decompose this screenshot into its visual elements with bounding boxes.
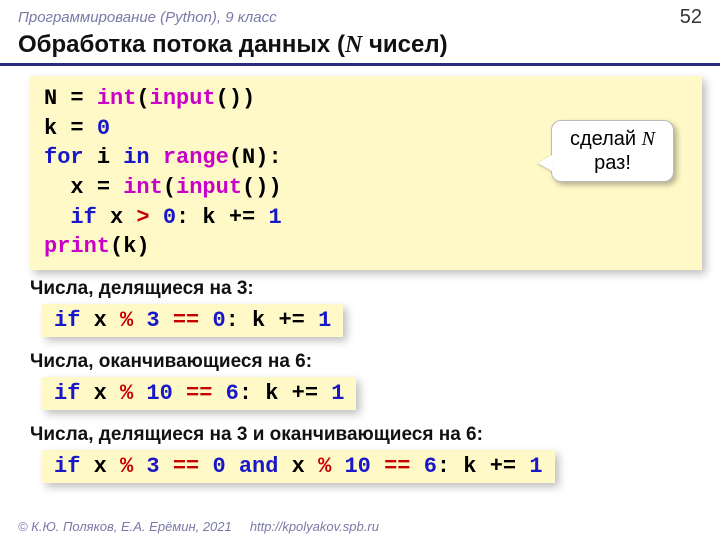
callout-pre: сделай bbox=[570, 128, 642, 150]
footer-link[interactable]: http://kpolyakov.spb.ru bbox=[250, 519, 379, 534]
slide-title: Обработка потока данных (N чисел) bbox=[0, 31, 720, 66]
snippet-3: if x % 3 == 0 and x % 10 == 6: k += 1 bbox=[42, 450, 555, 483]
callout-bubble: сделай N раз! bbox=[551, 120, 674, 182]
code-line-6: print(k) bbox=[44, 232, 688, 262]
course-name: Программирование (Python), 9 класс bbox=[18, 9, 277, 26]
slide-header: Программирование (Python), 9 класс 52 bbox=[0, 0, 720, 31]
title-text-post: чисел) bbox=[362, 31, 447, 58]
page-number: 52 bbox=[680, 6, 702, 29]
snippet-1: if x % 3 == 0: k += 1 bbox=[42, 304, 343, 337]
main-code-block: N = int(input()) k = 0 for i in range(N)… bbox=[30, 76, 702, 270]
snippet-2: if x % 10 == 6: k += 1 bbox=[42, 377, 356, 410]
title-text-pre: Обработка потока данных ( bbox=[18, 31, 345, 58]
callout-var: N bbox=[642, 128, 655, 150]
copyright: © К.Ю. Поляков, Е.А. Ерёмин, 2021 bbox=[18, 519, 232, 534]
subtitle-3: Числа, делящиеся на 3 и оканчивающиеся н… bbox=[30, 424, 720, 446]
code-line-5: if x > 0: k += 1 bbox=[44, 203, 688, 233]
subtitle-1: Числа, делящиеся на 3: bbox=[30, 278, 720, 300]
subtitle-2: Числа, оканчивающиеся на 6: bbox=[30, 351, 720, 373]
code-line-1: N = int(input()) bbox=[44, 84, 688, 114]
callout-post: раз! bbox=[594, 152, 631, 174]
slide-footer: © К.Ю. Поляков, Е.А. Ерёмин, 2021 http:/… bbox=[18, 519, 379, 534]
title-var: N bbox=[345, 32, 362, 58]
